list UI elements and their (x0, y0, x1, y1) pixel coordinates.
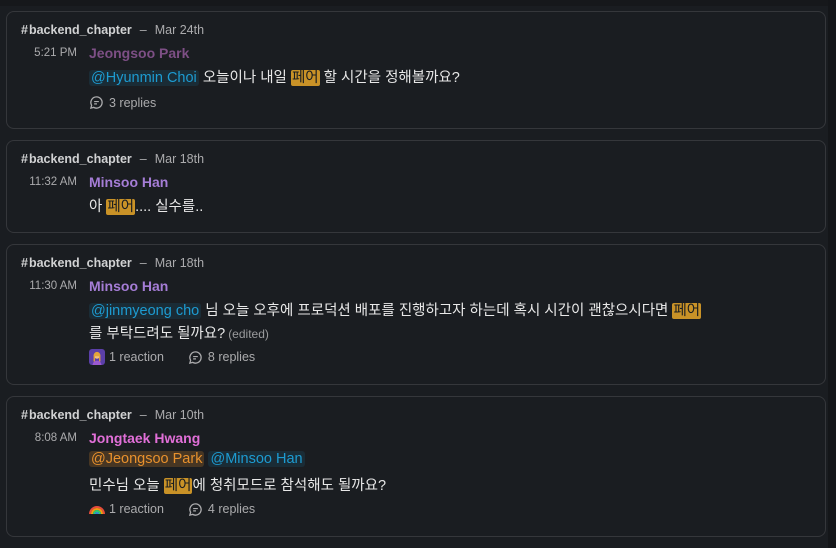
user-mention[interactable]: @jinmyeong cho (89, 303, 202, 319)
channel-name[interactable]: backend_chapter (29, 256, 132, 270)
thread-icon (188, 350, 202, 364)
separator: – (139, 408, 147, 422)
message-timestamp[interactable]: 5:21 PM (7, 47, 77, 59)
woman-emoji-icon (89, 349, 105, 365)
edited-label: (edited) (228, 327, 269, 341)
top-edge (0, 0, 836, 6)
text-fragment: 를 부탁드려도 될까요? (89, 326, 226, 342)
search-result-card[interactable]: # backend_chapter – Mar 18th 11:32 AM Mi… (6, 140, 826, 233)
scroll-track[interactable] (828, 0, 836, 548)
result-header: # backend_chapter – Mar 18th (21, 152, 204, 166)
user-mention[interactable]: @Minsoo Han (208, 451, 305, 467)
search-highlight: 페어 (106, 199, 136, 215)
message-text-line2: 민수님 오늘 페어에 청취모드로 참석해도 될까요? (89, 474, 386, 495)
reaction-count: 1 reaction (109, 350, 164, 364)
reaction-count: 1 reaction (109, 502, 164, 516)
search-result-card[interactable]: # backend_chapter – Mar 24th 5:21 PM Jeo… (6, 11, 826, 129)
reaction-summary[interactable]: 1 reaction (89, 349, 164, 365)
text-fragment: 님 오늘 오후에 프로덕션 배포를 진행하고자 하는데 혹시 시간이 괜찮으시다… (201, 303, 673, 319)
thread-icon (89, 96, 103, 110)
message-text-line2: 를 부탁드려도 될까요? (edited) (89, 322, 269, 343)
message-author[interactable]: Minsoo Han (89, 174, 168, 190)
text-fragment: 오늘이나 내일 (198, 70, 291, 86)
result-header: # backend_chapter – Mar 24th (21, 23, 204, 37)
message-text: 아 페어.... 실수를.. (89, 195, 203, 216)
message-author[interactable]: Jongtaek Hwang (89, 430, 200, 446)
replies-link[interactable]: 4 replies (188, 502, 255, 517)
text-fragment: 에 청취모드로 참석해도 될까요? (192, 478, 387, 494)
replies-link[interactable]: 3 replies (89, 95, 156, 110)
thread-icon (188, 502, 202, 516)
text-fragment: 할 시간을 정해볼까요? (319, 70, 460, 86)
separator: – (139, 256, 147, 270)
replies-count: 3 replies (109, 95, 157, 110)
replies-link[interactable]: 8 replies (188, 350, 255, 365)
search-result-card[interactable]: # backend_chapter – Mar 18th 11:30 AM Mi… (6, 244, 826, 385)
rainbow-emoji-icon (89, 501, 105, 517)
channel-hash-icon: # (21, 152, 28, 166)
channel-name[interactable]: backend_chapter (29, 152, 132, 166)
channel-name[interactable]: backend_chapter (29, 23, 132, 37)
message-text: @Jeongsoo Park @Minsoo Han (89, 451, 305, 467)
message-author[interactable]: Jeongsoo Park (89, 45, 189, 61)
message-meta: 3 replies (89, 95, 180, 110)
channel-hash-icon: # (21, 256, 28, 270)
result-header: # backend_chapter – Mar 18th (21, 256, 204, 270)
search-highlight: 페어 (290, 70, 320, 86)
channel-name[interactable]: backend_chapter (29, 408, 132, 422)
replies-count: 8 replies (207, 350, 256, 364)
user-mention[interactable]: @Hyunmin Choi (89, 70, 199, 86)
text-fragment: 민수님 오늘 (89, 478, 164, 494)
text-fragment: .... 실수를.. (135, 199, 204, 215)
channel-hash-icon: # (21, 408, 28, 422)
message-timestamp[interactable]: 11:30 AM (7, 280, 77, 292)
search-highlight: 페어 (672, 303, 702, 319)
result-header: # backend_chapter – Mar 10th (21, 408, 204, 422)
result-date: Mar 24th (154, 23, 205, 37)
channel-hash-icon: # (21, 23, 28, 37)
separator: – (139, 152, 147, 166)
message-text: @jinmyeong cho 님 오늘 오후에 프로덕션 배포를 진행하고자 하… (89, 299, 702, 320)
reaction-summary[interactable]: 1 reaction (89, 501, 164, 517)
result-date: Mar 10th (154, 408, 205, 422)
message-meta: 1 reaction 4 replies (89, 501, 279, 517)
search-highlight: 페어 (163, 478, 193, 494)
text-fragment: 아 (89, 199, 107, 215)
result-date: Mar 18th (154, 256, 205, 270)
message-author[interactable]: Minsoo Han (89, 278, 168, 294)
message-timestamp[interactable]: 11:32 AM (7, 176, 77, 188)
result-date: Mar 18th (154, 152, 205, 166)
message-text: @Hyunmin Choi 오늘이나 내일 페어 할 시간을 정해볼까요? (89, 66, 460, 87)
search-result-card[interactable]: # backend_chapter – Mar 10th 8:08 AM Jon… (6, 396, 826, 537)
message-meta: 1 reaction 8 replies (89, 349, 279, 365)
user-mention[interactable]: @Jeongsoo Park (89, 451, 205, 467)
separator: – (139, 23, 147, 37)
message-timestamp[interactable]: 8:08 AM (7, 432, 77, 444)
replies-count: 4 replies (207, 502, 256, 516)
